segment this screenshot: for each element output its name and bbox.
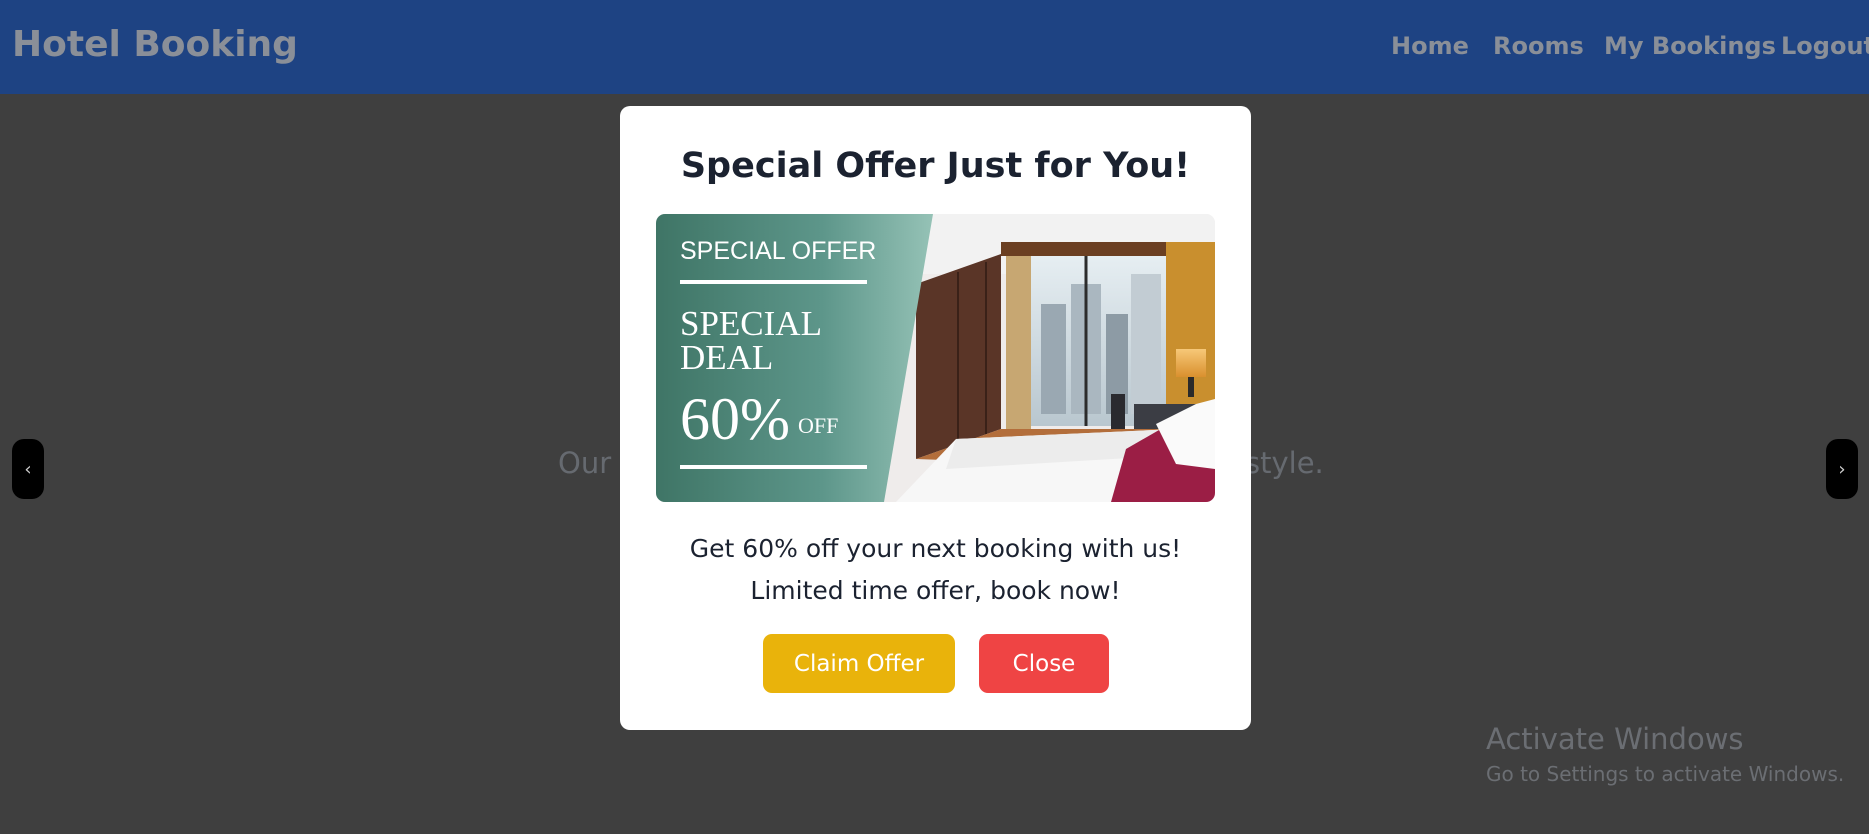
nav-link-home[interactable]: Home — [1391, 32, 1469, 60]
claim-offer-button[interactable]: Claim Offer — [763, 634, 955, 693]
offer-description-line2: Limited time offer, book now! — [750, 576, 1121, 605]
offer-description-line1: Get 60% off your next booking with us! — [689, 534, 1182, 563]
modal-title: Special Offer Just for You! — [680, 146, 1191, 186]
nav-link-my-bookings[interactable]: My Bookings — [1604, 32, 1776, 60]
offer-banner-image: SPECIAL OFFER SPECIAL DEAL 60% OFF — [656, 214, 1215, 502]
nav-link-rooms[interactable]: Rooms — [1493, 32, 1584, 60]
banner-deal-line2: DEAL — [680, 338, 773, 377]
hero-tagline-right: style. — [1245, 446, 1324, 480]
banner-off: OFF — [798, 413, 838, 438]
carousel-prev-button[interactable]: ‹ — [12, 439, 44, 499]
activate-windows-title: Activate Windows — [1486, 722, 1744, 756]
banner-percent: 60% — [680, 386, 790, 452]
chevron-right-icon: › — [1838, 458, 1846, 480]
brand-logo[interactable]: Hotel Booking — [12, 24, 298, 65]
banner-header: SPECIAL OFFER — [680, 237, 876, 265]
activate-windows-subtitle: Go to Settings to activate Windows. — [1486, 762, 1845, 786]
navbar: Hotel Booking Home Rooms My Bookings Log… — [0, 0, 1869, 94]
nav-link-logout[interactable]: Logout — [1781, 32, 1869, 60]
carousel-next-button[interactable]: › — [1826, 439, 1858, 499]
chevron-left-icon: ‹ — [24, 458, 32, 480]
special-offer-modal: Special Offer Just for You! SPECIAL OFFE… — [620, 106, 1251, 730]
close-button[interactable]: Close — [979, 634, 1109, 693]
